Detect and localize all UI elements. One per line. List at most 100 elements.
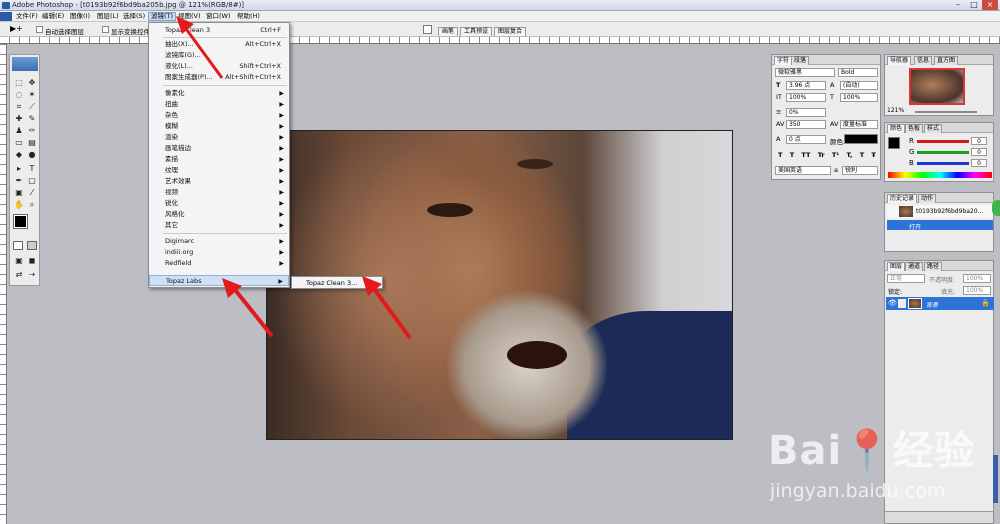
type-icon[interactable]: T: [26, 163, 38, 174]
value-g[interactable]: 0: [971, 148, 987, 156]
leading-field[interactable]: (自动): [840, 81, 878, 90]
move-tool-icon[interactable]: ▶+: [10, 24, 23, 33]
magic-wand-icon[interactable]: ✶: [26, 89, 38, 100]
tab-layers[interactable]: 图层: [887, 262, 906, 271]
tab-paragraph[interactable]: 段落: [791, 56, 810, 65]
color-fg-swatch[interactable]: [888, 137, 900, 149]
lasso-icon[interactable]: ◌: [13, 89, 25, 100]
tab-info[interactable]: 信息: [914, 56, 933, 65]
blur-icon[interactable]: ◆: [13, 149, 25, 160]
close-button[interactable]: ×: [982, 0, 998, 10]
show-bounds-checkbox[interactable]: [102, 26, 109, 33]
menu-item-sharpen[interactable]: 锐化 ▶: [149, 198, 289, 209]
menu-edit[interactable]: 编辑(E): [40, 12, 66, 21]
horizontal-scale-field[interactable]: 100%: [840, 93, 878, 102]
opacity-field[interactable]: 100%: [963, 274, 991, 283]
slider-b[interactable]: [917, 162, 969, 165]
vertical-scale-field[interactable]: 100%: [786, 93, 826, 102]
tracking-field[interactable]: 0%: [786, 108, 826, 117]
scroll-indicator[interactable]: [992, 200, 1000, 216]
menu-item-blur[interactable]: 模糊 ▶: [149, 121, 289, 132]
layer-row-background[interactable]: 👁 背景 🔒: [886, 297, 994, 310]
visibility-eye-icon[interactable]: 👁: [888, 299, 897, 307]
color-ramp[interactable]: [888, 172, 992, 178]
screen-mode-full-icon[interactable]: ◼: [26, 255, 38, 266]
tab-navigator[interactable]: 导航器: [887, 56, 912, 65]
menu-item-brush-strokes[interactable]: 画笔描边 ▶: [149, 143, 289, 154]
jump-to-icon[interactable]: ⇄: [13, 269, 25, 280]
tab-actions[interactable]: 动作: [918, 194, 937, 203]
minimize-button[interactable]: –: [950, 0, 966, 10]
font-family-select[interactable]: 微软雅黑: [775, 68, 835, 77]
healing-icon[interactable]: ✚: [13, 113, 25, 124]
tab-styles[interactable]: 样式: [924, 124, 943, 133]
photoshop-menu-icon[interactable]: [0, 12, 12, 21]
kerning-field[interactable]: 350: [786, 120, 826, 129]
font-style-select[interactable]: Bold: [838, 68, 878, 77]
pen-icon[interactable]: ✒: [13, 175, 25, 186]
zoom-level[interactable]: 121%: [887, 107, 904, 114]
notes-icon[interactable]: ▣: [13, 187, 25, 198]
crop-icon[interactable]: ⌗: [13, 101, 25, 112]
fill-field[interactable]: 100%: [963, 286, 991, 295]
file-browser-icon[interactable]: [423, 25, 432, 34]
history-snapshot[interactable]: t0193b92f6bd9ba20...: [887, 205, 993, 218]
zoom-slider[interactable]: [915, 111, 977, 113]
navigator-thumbnail[interactable]: [909, 68, 965, 105]
slider-g[interactable]: [917, 151, 969, 154]
brush-icon[interactable]: ✎: [26, 113, 38, 124]
imageready-icon[interactable]: ⇢: [26, 269, 38, 280]
screen-mode-icon[interactable]: ▣: [13, 255, 25, 266]
menu-item-pixelate[interactable]: 像素化 ▶: [149, 88, 289, 99]
well-tab-tool-presets[interactable]: 工具预设: [460, 27, 493, 36]
menu-layer[interactable]: 图层(L): [95, 12, 121, 21]
menu-item-stylize[interactable]: 风格化 ▶: [149, 209, 289, 220]
menu-item-video[interactable]: 视频 ▶: [149, 187, 289, 198]
blend-mode-select[interactable]: 正常: [887, 274, 925, 283]
shape-icon[interactable]: ▢: [26, 175, 38, 186]
well-tab-layer-comps[interactable]: 图层复合: [494, 27, 527, 36]
maximize-button[interactable]: □: [966, 0, 982, 10]
gradient-icon[interactable]: ▤: [26, 137, 38, 148]
path-select-icon[interactable]: ▸: [13, 163, 25, 174]
foreground-color-swatch[interactable]: [13, 214, 28, 229]
value-r[interactable]: 0: [971, 137, 987, 145]
menu-item-sketch[interactable]: 素描 ▶: [149, 154, 289, 165]
slice-icon[interactable]: ⟋: [26, 101, 38, 112]
submenu-item-topaz-clean[interactable]: Topaz Clean 3...: [306, 278, 357, 288]
tab-paths[interactable]: 路径: [924, 262, 943, 271]
quick-mask-icon[interactable]: [27, 241, 37, 250]
antialias-select[interactable]: 锐利: [842, 166, 878, 175]
text-color-swatch[interactable]: [844, 134, 878, 144]
scrollbar-thumb[interactable]: [993, 455, 998, 503]
tab-histogram[interactable]: 直方图: [934, 56, 959, 65]
tab-color[interactable]: 颜色: [887, 124, 906, 133]
well-tab-brushes[interactable]: 画笔: [438, 27, 459, 36]
menu-item-texture[interactable]: 纹理 ▶: [149, 165, 289, 176]
kerning-mode-select[interactable]: 度量标准: [840, 120, 878, 129]
dodge-icon[interactable]: ●: [26, 149, 38, 160]
type-style-buttons[interactable]: T T TT Tr T¹ T, T Ŧ: [778, 151, 878, 159]
menu-item-other[interactable]: 其它 ▶: [149, 220, 289, 231]
tab-history[interactable]: 历史记录: [887, 194, 918, 203]
tab-character[interactable]: 字符: [774, 56, 793, 65]
slider-r[interactable]: [917, 140, 969, 143]
font-size-field[interactable]: 3.96 点: [786, 81, 826, 90]
tab-swatches[interactable]: 色板: [905, 124, 924, 133]
menu-item-redfield[interactable]: Redfield ▶: [149, 258, 289, 269]
eraser-icon[interactable]: ▭: [13, 137, 25, 148]
menu-image[interactable]: 图像(I): [68, 12, 92, 21]
menu-item-distort[interactable]: 扭曲 ▶: [149, 99, 289, 110]
baseline-shift-field[interactable]: 0 点: [786, 135, 826, 144]
menu-item-digimarc[interactable]: Digimarc ▶: [149, 236, 289, 247]
menu-item-artistic[interactable]: 艺术效果 ▶: [149, 176, 289, 187]
hand-icon[interactable]: ✋: [13, 199, 25, 210]
menu-item-render[interactable]: 渲染 ▶: [149, 132, 289, 143]
menu-file[interactable]: 文件(F): [14, 12, 40, 21]
language-select[interactable]: 美国英语: [775, 166, 831, 175]
menu-item-indiii[interactable]: indiii.org ▶: [149, 247, 289, 258]
menu-item-noise[interactable]: 杂色 ▶: [149, 110, 289, 121]
standard-mode-icon[interactable]: [13, 241, 23, 250]
auto-select-checkbox[interactable]: [36, 26, 43, 33]
history-brush-icon[interactable]: ✑: [26, 125, 38, 136]
